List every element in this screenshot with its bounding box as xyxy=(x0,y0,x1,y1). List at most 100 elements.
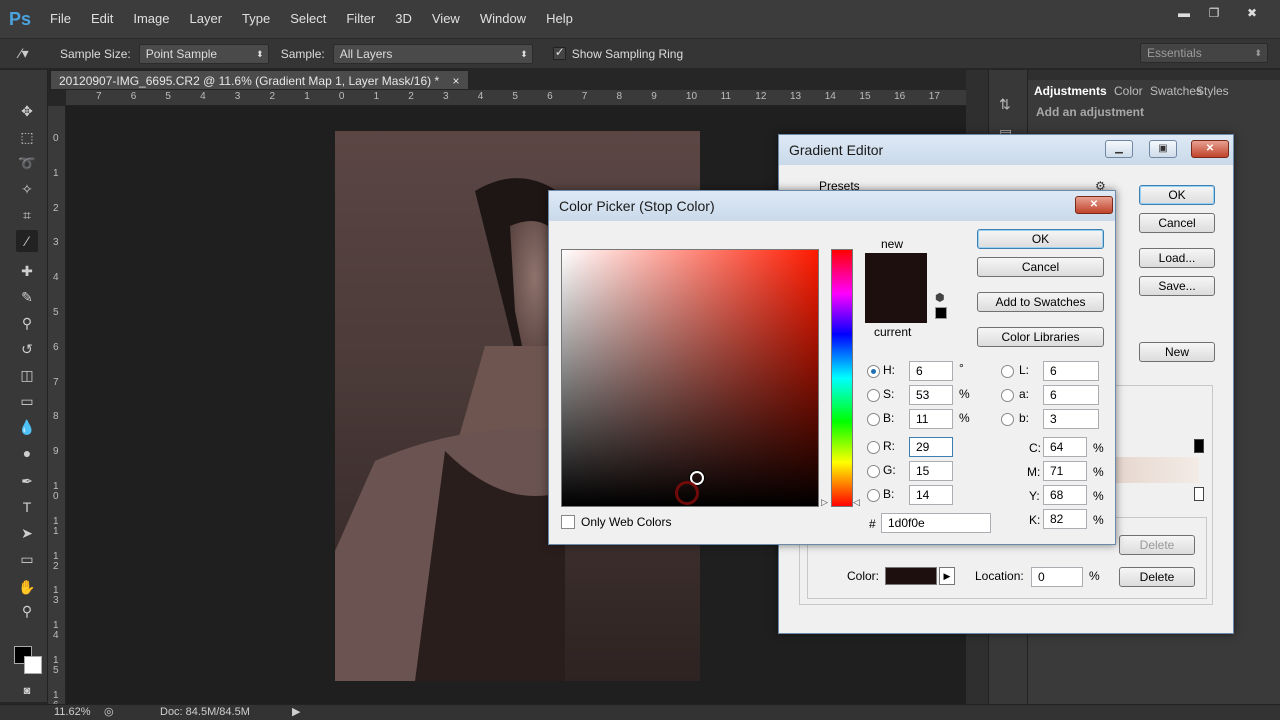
stop-color-swatch[interactable] xyxy=(885,567,937,585)
gradient-cancel-button[interactable]: Cancel xyxy=(1139,213,1215,233)
print-gamut-cube-icon[interactable]: ⬢ xyxy=(935,291,945,304)
lab-a-field[interactable]: 6 xyxy=(1043,385,1099,405)
gradient-save-button[interactable]: Save... xyxy=(1139,276,1215,296)
color-field[interactable] xyxy=(561,249,819,507)
location-field[interactable]: 0 xyxy=(1031,567,1083,587)
menu-help[interactable]: Help xyxy=(536,0,583,38)
tab-color[interactable]: Color xyxy=(1114,84,1143,98)
hex-field[interactable]: 1d0f0e xyxy=(881,513,991,533)
cyan-field[interactable]: 64 xyxy=(1043,437,1087,457)
tab-styles[interactable]: Styles xyxy=(1196,84,1229,98)
add-to-swatches-button[interactable]: Add to Swatches xyxy=(977,292,1104,312)
close-window-icon[interactable]: ✖ xyxy=(1240,6,1264,22)
gradient-tool-icon[interactable]: ▭ xyxy=(16,390,38,412)
yellow-field[interactable]: 68 xyxy=(1043,485,1087,505)
menu-image[interactable]: Image xyxy=(123,0,179,38)
quick-selection-tool-icon[interactable]: ✧ xyxy=(16,178,38,200)
menu-3d[interactable]: 3D xyxy=(385,0,422,38)
marquee-tool-icon[interactable]: ⬚ xyxy=(16,126,38,148)
lab-a-radio[interactable] xyxy=(1001,389,1014,402)
menu-type[interactable]: Type xyxy=(232,0,280,38)
move-tool-icon[interactable]: ✥ xyxy=(16,100,38,122)
type-tool-icon[interactable]: T xyxy=(16,496,38,518)
brightness-radio[interactable] xyxy=(867,413,880,426)
background-color-swatch[interactable] xyxy=(24,656,42,674)
saturation-radio[interactable] xyxy=(867,389,880,402)
quick-mask-icon[interactable]: ◙ xyxy=(16,680,38,702)
crop-tool-icon[interactable]: ⌗ xyxy=(16,204,38,226)
restore-window-icon[interactable]: ❐ xyxy=(1202,6,1226,22)
red-field[interactable]: 29 xyxy=(909,437,953,457)
lightness-radio[interactable] xyxy=(1001,365,1014,378)
lasso-tool-icon[interactable]: ➰ xyxy=(16,152,38,174)
document-tab[interactable]: 20120907-IMG_6695.CR2 @ 11.6% (Gradient … xyxy=(50,70,469,90)
gradient-new-button[interactable]: New xyxy=(1139,342,1215,362)
path-selection-tool-icon[interactable]: ➤ xyxy=(16,522,38,544)
history-brush-tool-icon[interactable]: ↺ xyxy=(16,338,38,360)
saturation-field[interactable]: 53 xyxy=(909,385,953,405)
gradient-ok-button[interactable]: OK xyxy=(1139,185,1215,205)
workspace-select[interactable]: Essentials ⬍ xyxy=(1140,43,1268,63)
hue-field[interactable]: 6 xyxy=(909,361,953,381)
eraser-tool-icon[interactable]: ◫ xyxy=(16,364,38,386)
lab-b-field[interactable]: 3 xyxy=(1043,409,1099,429)
magenta-field[interactable]: 71 xyxy=(1043,461,1087,481)
hue-slider-right-arrow-icon[interactable]: ◁ xyxy=(853,497,860,508)
lab-b-radio[interactable] xyxy=(1001,413,1014,426)
maximize-icon[interactable]: ▣ xyxy=(1149,140,1177,158)
picker-cancel-button[interactable]: Cancel xyxy=(977,257,1104,277)
brightness-field[interactable]: 11 xyxy=(909,409,953,429)
hue-slider-left-arrow-icon[interactable]: ▷ xyxy=(821,497,828,508)
eyedropper-tool-icon[interactable]: ⁄ xyxy=(16,230,38,252)
green-field[interactable]: 15 xyxy=(909,461,953,481)
close-icon[interactable]: ✕ xyxy=(1191,140,1229,158)
history-panel-icon[interactable]: ⇅ xyxy=(999,96,1011,113)
menu-select[interactable]: Select xyxy=(280,0,336,38)
lightness-field[interactable]: 6 xyxy=(1043,361,1099,381)
menu-edit[interactable]: Edit xyxy=(81,0,123,38)
opacity-delete-button[interactable]: Delete xyxy=(1119,535,1195,555)
color-delete-button[interactable]: Delete xyxy=(1119,567,1195,587)
blue-field[interactable]: 14 xyxy=(909,485,953,505)
hue-slider[interactable] xyxy=(831,249,853,507)
sample-select[interactable]: All Layers ⬍ xyxy=(332,43,533,64)
status-menu-arrow-icon[interactable]: ▶ xyxy=(292,705,300,718)
color-menu-arrow-icon[interactable]: ▶ xyxy=(939,567,955,585)
brush-tool-icon[interactable]: ✎ xyxy=(16,286,38,308)
picker-ok-button[interactable]: OK xyxy=(977,229,1104,249)
minimize-window-icon[interactable]: ▬ xyxy=(1172,6,1196,22)
pen-tool-icon[interactable]: ✒ xyxy=(16,470,38,492)
tab-swatches[interactable]: Swatches xyxy=(1150,84,1202,98)
color-stop-marker[interactable] xyxy=(1194,487,1204,501)
menu-window[interactable]: Window xyxy=(470,0,536,38)
healing-brush-tool-icon[interactable]: ✚ xyxy=(16,260,38,282)
show-sampling-ring-checkbox[interactable]: ✓ xyxy=(552,45,566,60)
hue-radio[interactable] xyxy=(867,365,880,378)
only-web-colors-checkbox[interactable] xyxy=(561,515,575,529)
black-field[interactable]: 82 xyxy=(1043,509,1087,529)
blur-tool-icon[interactable]: 💧 xyxy=(16,416,38,438)
gradient-preview-bar[interactable] xyxy=(1115,457,1199,483)
dodge-tool-icon[interactable]: ● xyxy=(16,442,38,464)
shape-tool-icon[interactable]: ▭ xyxy=(16,548,38,570)
sample-size-select[interactable]: Point Sample ⬍ xyxy=(138,43,269,64)
close-tab-icon[interactable]: × xyxy=(453,74,460,88)
menu-file[interactable]: File xyxy=(40,0,81,38)
color-libraries-button[interactable]: Color Libraries xyxy=(977,327,1104,347)
gradient-load-button[interactable]: Load... xyxy=(1139,248,1215,268)
blue-radio[interactable] xyxy=(867,489,880,502)
tab-adjustments[interactable]: Adjustments xyxy=(1034,84,1107,98)
opacity-stop-marker[interactable] xyxy=(1194,439,1204,453)
red-radio[interactable] xyxy=(867,441,880,454)
hand-tool-icon[interactable]: ✋ xyxy=(16,576,38,598)
status-info-icon[interactable]: ◎ xyxy=(104,705,114,718)
web-color-cube-icon[interactable] xyxy=(935,307,947,319)
close-icon[interactable]: ✕ xyxy=(1075,196,1113,214)
menu-layer[interactable]: Layer xyxy=(180,0,233,38)
menu-filter[interactable]: Filter xyxy=(336,0,385,38)
green-radio[interactable] xyxy=(867,465,880,478)
eyedropper-tool-icon[interactable]: ⁄▾ xyxy=(0,45,48,62)
minimize-icon[interactable]: ▁ xyxy=(1105,140,1133,158)
zoom-level[interactable]: 11.62% xyxy=(54,706,91,718)
current-color-swatch[interactable] xyxy=(865,288,927,323)
